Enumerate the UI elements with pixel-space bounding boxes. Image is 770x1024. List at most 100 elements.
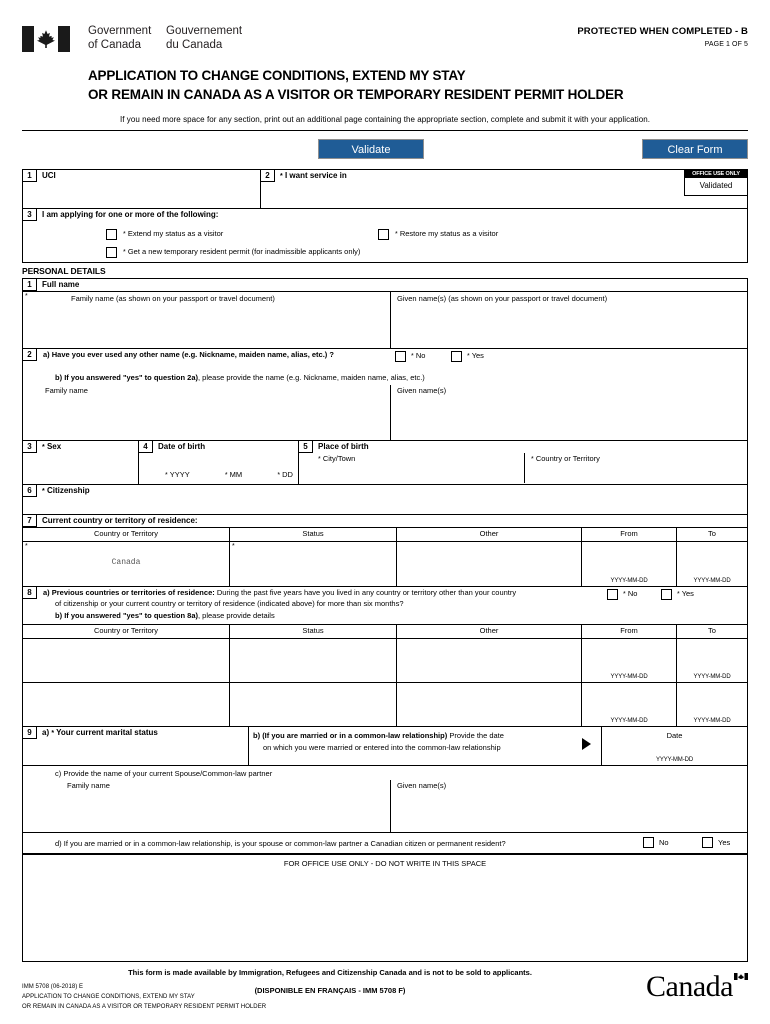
field-date-of-birth[interactable]: 4 Date of birth * YYYY * MM * DD (139, 441, 299, 484)
pd-q9c-label: Provide the name of your current Spouse/… (63, 769, 273, 778)
pd-q8-previous-residence: 8 a) Previous countries or territories o… (22, 587, 748, 727)
pd-q9-marital-status: 9 a) * Your current marital status b) (I… (22, 727, 748, 854)
q3-star-restore: * (395, 231, 398, 238)
q3-label: I am applying for one or more of the fol… (42, 210, 219, 219)
pd-q7-cell-status[interactable]: * (230, 542, 397, 586)
page-footer: This form is made available by Immigrati… (22, 968, 748, 1024)
pd-q8-r1-country[interactable] (23, 639, 230, 682)
canada-flag-icon (734, 973, 748, 980)
pd-q8-r1-to[interactable]: YYYY-MM-DD (677, 639, 747, 682)
field-birth-city[interactable]: * City/Town (299, 453, 525, 483)
field-uci[interactable]: 1 UCI (23, 170, 261, 208)
field-other-family-name[interactable]: Family name (23, 385, 391, 440)
pd-q9d-block: d) If you are married or in a common-law… (23, 833, 747, 853)
canada-wordmark: Canada (646, 972, 748, 1002)
pd-q9d-yes-label: Yes (718, 837, 731, 847)
pd-q8-r1-other[interactable] (397, 639, 582, 682)
pd-q7-cell-other[interactable] (397, 542, 582, 586)
field-spouse-family-name[interactable]: Family name (23, 780, 391, 832)
pd-q8-r2-to[interactable]: YYYY-MM-DD (677, 683, 747, 726)
pd-q7-from-hint: YYYY-MM-DD (610, 578, 648, 584)
pd-q7-label: Current country or territory of residenc… (42, 516, 198, 525)
pd-q7-col-country: Country or Territory (23, 528, 230, 541)
pd-q7-cell-from[interactable]: YYYY-MM-DD (582, 542, 677, 586)
gov-en-line2: of Canada (88, 39, 142, 51)
pd-q8-r2-from[interactable]: YYYY-MM-DD (582, 683, 677, 726)
pd-q7-country-star: * (25, 543, 28, 550)
pd-q7-cell-to[interactable]: YYYY-MM-DD (677, 542, 747, 586)
pd-q5-country-label: Country or Territory (535, 454, 600, 463)
footer-form-title-line2: OR REMAIN IN CANADA AS A VISITOR OR TEMP… (22, 1004, 267, 1010)
pd-q9d-checkbox-yes[interactable] (702, 837, 713, 848)
pd-q2-checkbox-no[interactable] (395, 351, 406, 362)
pd-q8-answer-no[interactable]: * No (607, 589, 637, 600)
pd-q8-r2-other[interactable] (397, 683, 582, 726)
form-page: Government of Canada Gouvernement du Can… (0, 0, 770, 1024)
page-header: Government of Canada Gouvernement du Can… (0, 0, 770, 52)
pd-q8-number: 8 (23, 587, 37, 599)
pd-q8-r1-from-hint: YYYY-MM-DD (610, 674, 648, 680)
footer-form-metadata: IMM 5708 (06-2018) E APPLICATION TO CHAN… (22, 982, 266, 1012)
q3-checkbox-extend[interactable] (106, 229, 117, 240)
pd-q2-answer-no[interactable]: * No (395, 351, 425, 362)
pd-q8-checkbox-yes[interactable] (661, 589, 672, 600)
pd-q7-table-header: Country or Territory Status Other From T… (23, 528, 747, 542)
q3-option-restore-label: Restore my status as a visitor (399, 229, 499, 238)
pd-q8-r2-status[interactable] (230, 683, 397, 726)
field-sex[interactable]: 3 * Sex (23, 441, 139, 484)
table-row: YYYY-MM-DD YYYY-MM-DD (23, 683, 747, 726)
q3-checkbox-trp[interactable] (106, 247, 117, 258)
q3-number: 3 (23, 209, 37, 221)
q3-option-trp[interactable]: * Get a new temporary resident permit (f… (106, 247, 360, 258)
pd-q9d-label: If you are married or in a common-law re… (63, 839, 506, 848)
pd-q8-answer-yes[interactable]: * Yes (661, 589, 694, 600)
pd-q2-yes-label: Yes (471, 351, 484, 360)
field-service-language[interactable]: 2 * I want service in (261, 170, 747, 208)
field-marriage-date[interactable]: Date YYYY-MM-DD (602, 727, 747, 765)
footer-form-title-line1: APPLICATION TO CHANGE CONDITIONS, EXTEND… (22, 994, 195, 1000)
pd-q9d-checkbox-no[interactable] (643, 837, 654, 848)
pd-q9c-given-label: Given name(s) (397, 781, 447, 790)
pd-q7-country-value: Canada (111, 558, 141, 567)
pd-q9b-instruction: b) (If you are married or in a common-la… (249, 727, 602, 765)
pd-q9b-rest1: Provide the date (447, 731, 504, 740)
pd-q9c-block: c) Provide the name of your current Spou… (23, 766, 747, 833)
q3-option-extend[interactable]: * Extend my status as a visitor (106, 229, 223, 240)
field-other-given-names[interactable]: Given name(s) (391, 385, 747, 440)
pd-q9a-prefix: a) (42, 728, 50, 737)
pd-q4-yyyy: * YYYY (165, 470, 190, 479)
office-use-only-header: OFFICE USE ONLY (685, 170, 747, 178)
pd-q8b-rest: , please provide details (198, 611, 275, 620)
pd-q9d-answer-no[interactable]: No (643, 837, 669, 848)
pd-q2a-label: Have you ever used any other name (e.g. … (51, 350, 334, 359)
pd-q8-col-to: To (708, 626, 716, 635)
canada-wordmark-text: Canada (646, 970, 733, 1003)
pd-q8-r1-from[interactable]: YYYY-MM-DD (582, 639, 677, 682)
pd-q7-cell-country[interactable]: * Canada (23, 542, 230, 586)
pd-q2-checkbox-yes[interactable] (451, 351, 462, 362)
validate-button[interactable]: Validate (318, 139, 424, 159)
pd-q4-dd: * DD (277, 470, 293, 479)
q3-checkbox-restore[interactable] (378, 229, 389, 240)
pd-q9d-answer-yes[interactable]: Yes (702, 837, 730, 848)
q3-option-restore[interactable]: * Restore my status as a visitor (378, 229, 498, 240)
pd-q2-answer-yes[interactable]: * Yes (451, 351, 484, 362)
pd-q8-r1-status[interactable] (230, 639, 397, 682)
pd-q2-yes-star: * (467, 353, 470, 360)
field-family-name[interactable]: * Family name (as shown on your passport… (23, 292, 391, 348)
field-birth-country[interactable]: * Country or Territory (525, 453, 747, 483)
pd-q9d-question: d) If you are married or in a common-law… (23, 833, 747, 849)
clear-form-button[interactable]: Clear Form (642, 139, 748, 159)
field-spouse-given-names[interactable]: Given name(s) (391, 780, 747, 832)
pd-q8-r2-country[interactable] (23, 683, 230, 726)
pd-q6-number: 6 (23, 485, 37, 497)
field-given-names[interactable]: Given name(s) (as shown on your passport… (391, 292, 747, 348)
q3-block: 3 I am applying for one or more of the f… (22, 209, 748, 263)
field-citizenship[interactable]: 6 * Citizenship (22, 485, 748, 515)
table-row: YYYY-MM-DD YYYY-MM-DD (23, 639, 747, 683)
gov-fr-line1: Gouvernement (166, 25, 243, 37)
pd-q9-number: 9 (23, 727, 37, 739)
for-office-use-caption: FOR OFFICE USE ONLY - DO NOT WRITE IN TH… (283, 859, 487, 868)
field-marital-status[interactable]: 9 a) * Your current marital status (23, 727, 249, 765)
pd-q8-checkbox-no[interactable] (607, 589, 618, 600)
